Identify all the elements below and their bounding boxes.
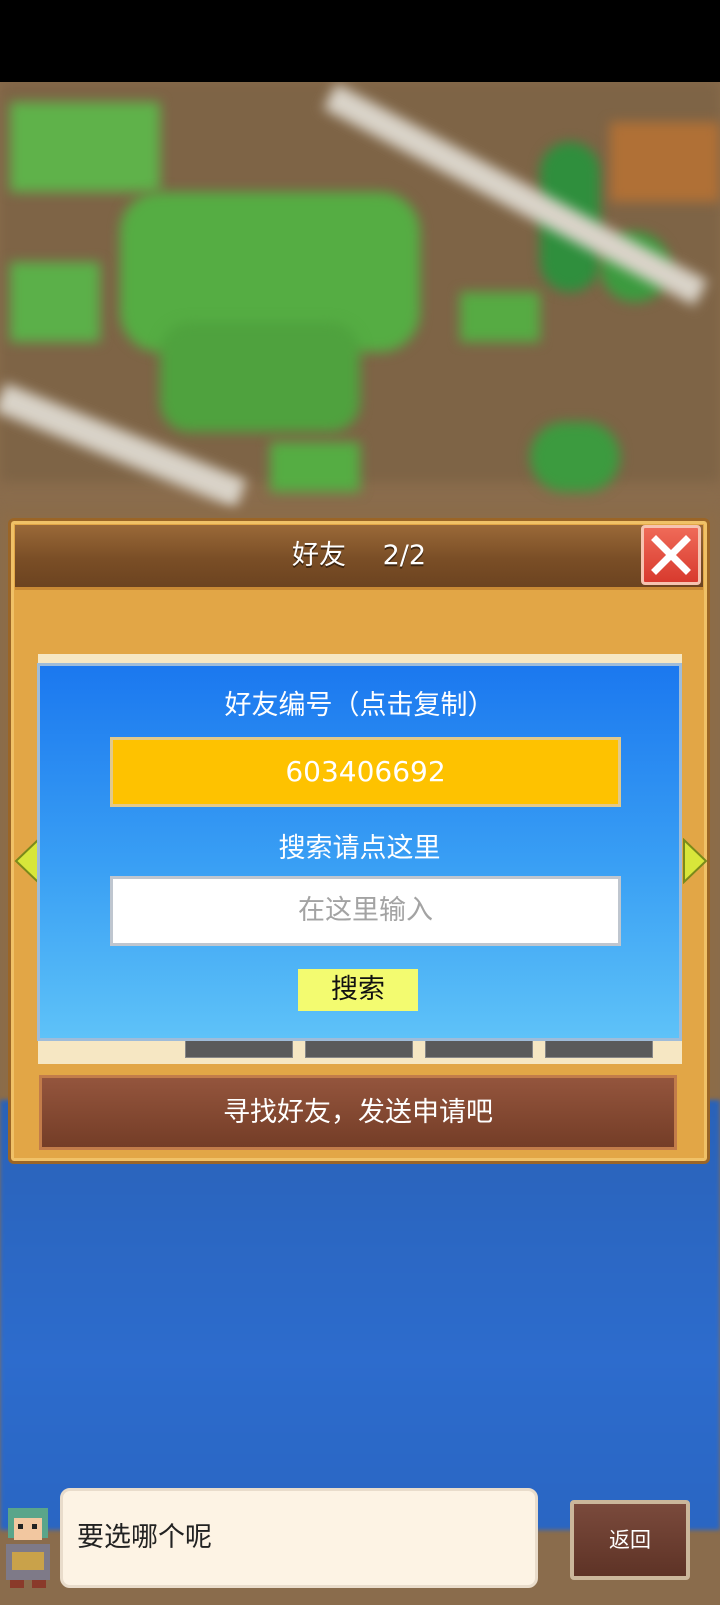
status-bar <box>0 0 720 82</box>
water-area <box>0 1100 720 1530</box>
friend-slot <box>545 1040 653 1058</box>
friend-slot <box>305 1040 413 1058</box>
panel-title: 好友 2/2 <box>15 525 703 587</box>
friend-slot <box>425 1040 533 1058</box>
speech-bubble: 要选哪个呢 <box>60 1488 538 1588</box>
search-label: 搜索请点这里 <box>278 833 441 864</box>
character-avatar <box>6 1508 50 1588</box>
panel-title-text: 好友 <box>291 540 346 571</box>
friend-id-dialog: 好友编号（点击复制） 603406692 搜索请点这里 在这里输入 搜索 <box>37 663 682 1041</box>
close-icon <box>651 535 691 575</box>
friend-slot <box>185 1040 293 1058</box>
close-button[interactable] <box>641 525 701 585</box>
speech-text: 要选哪个呢 <box>77 1522 212 1553</box>
friend-id-value[interactable]: 603406692 <box>110 737 621 807</box>
panel-header: 好友 2/2 <box>15 525 703 590</box>
arrow-right-icon[interactable] <box>682 838 708 884</box>
find-friends-button[interactable]: 寻找好友，发送申请吧 <box>39 1075 677 1150</box>
search-button[interactable]: 搜索 <box>298 969 418 1011</box>
friend-id-label: 好友编号（点击复制） <box>224 690 495 721</box>
search-input[interactable]: 在这里输入 <box>110 876 621 946</box>
back-button[interactable]: 返回 <box>570 1500 690 1580</box>
friend-count: 2/2 <box>382 540 427 571</box>
